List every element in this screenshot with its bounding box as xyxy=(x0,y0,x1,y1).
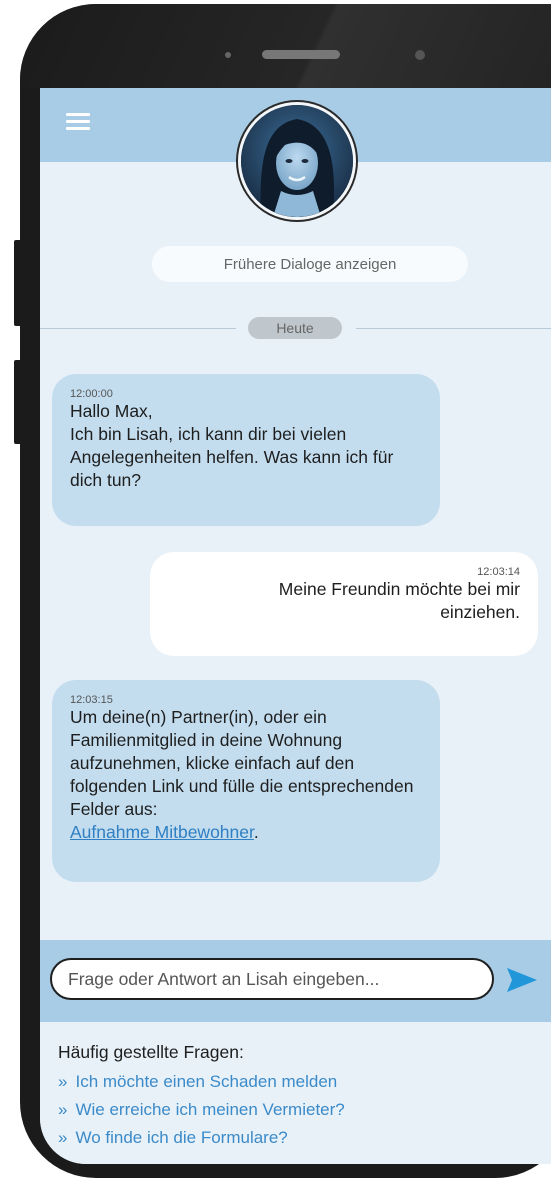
date-divider-today: Heute xyxy=(248,317,342,339)
hamburger-menu-icon[interactable] xyxy=(66,113,90,131)
faq-bullet-icon: » xyxy=(58,1072,68,1091)
sensor-dot xyxy=(225,52,231,58)
message-text: Um deine(n) Partner(in), oder ein Famili… xyxy=(70,707,414,819)
bot-message: 12:00:00 Hallo Max, Ich bin Lisah, ich k… xyxy=(52,374,440,526)
message-timestamp: 12:00:00 xyxy=(70,388,113,400)
send-arrow-icon[interactable] xyxy=(506,966,538,994)
message-timestamp: 12:03:15 xyxy=(70,694,113,706)
phone-top-bezel xyxy=(20,4,551,88)
user-message: 12:03:14 Meine Freundin möchte bei mir e… xyxy=(150,552,538,656)
divider-line-left xyxy=(40,328,236,329)
faq-item[interactable]: » Ich möchte einen Schaden melden xyxy=(58,1072,337,1092)
aufnahme-mitbewohner-link[interactable]: Aufnahme Mitbewohner xyxy=(70,822,254,842)
divider-line-right xyxy=(356,328,551,329)
faq-section: Häufig gestellte Fragen: » Ich möchte ein… xyxy=(40,1022,551,1164)
earpiece-speaker xyxy=(262,50,340,59)
message-input[interactable] xyxy=(50,958,494,1000)
faq-title: Häufig gestellte Fragen: xyxy=(58,1042,244,1062)
message-timestamp: 12:03:14 xyxy=(477,566,520,578)
link-suffix: . xyxy=(253,822,259,842)
message-text: Meine Freundin möchte bei mir einziehen. xyxy=(278,579,520,622)
front-camera xyxy=(415,50,425,60)
faq-item-label: Wie erreiche ich meinen Vermieter? xyxy=(75,1100,345,1119)
faq-item-label: Wo finde ich die Formulare? xyxy=(75,1128,288,1147)
faq-bullet-icon: » xyxy=(58,1100,68,1119)
bot-message: 12:03:15 Um deine(n) Partner(in), oder e… xyxy=(52,680,440,882)
faq-item[interactable]: » Wo finde ich die Formulare? xyxy=(58,1128,288,1148)
portrait-image xyxy=(241,105,353,217)
show-previous-dialogs-button[interactable]: Frühere Dialoge anzeigen xyxy=(152,246,468,282)
message-text: Hallo Max, Ich bin Lisah, ich kann dir b… xyxy=(70,401,394,490)
assistant-avatar xyxy=(238,102,356,220)
faq-item-label: Ich möchte einen Schaden melden xyxy=(75,1072,338,1091)
chat-screen: Frühere Dialoge anzeigen Heute 12:00:00 … xyxy=(40,88,551,1164)
message-input-bar xyxy=(40,940,551,1022)
faq-item[interactable]: » Wie erreiche ich meinen Vermieter? xyxy=(58,1100,345,1120)
faq-bullet-icon: » xyxy=(58,1128,68,1147)
